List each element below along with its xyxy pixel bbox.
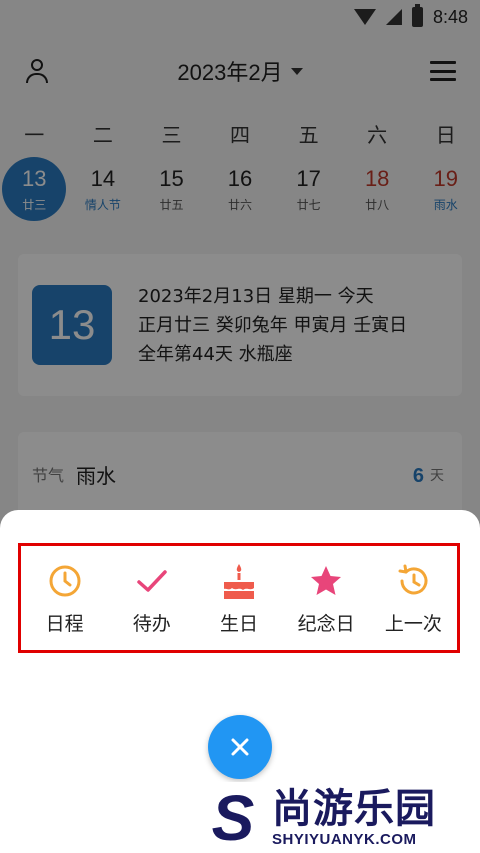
watermark-logo: S 尚游乐园 SHYIYUANYK.COM (200, 782, 480, 853)
schedule-label: 日程 (45, 612, 84, 635)
last-time-button[interactable]: 上一次 (373, 561, 453, 636)
watermark-letter: S (211, 781, 255, 853)
check-icon (137, 569, 167, 592)
schedule-button[interactable]: 日程 (25, 561, 105, 636)
cake-icon (223, 563, 254, 599)
clock-icon (49, 565, 81, 596)
last-time-label: 上一次 (384, 612, 442, 635)
close-button[interactable] (208, 715, 272, 779)
anniversary-button[interactable]: 纪念日 (286, 561, 366, 636)
birthday-label: 生日 (219, 612, 258, 635)
todo-button[interactable]: 待办 (112, 561, 192, 636)
close-icon (231, 738, 249, 756)
anniversary-label: 纪念日 (297, 612, 355, 635)
watermark-cn: 尚游乐园 (272, 786, 436, 832)
action-row: 日程 待办 生日 纪念日 上一次 (18, 543, 460, 653)
star-icon (311, 565, 342, 595)
todo-label: 待办 (132, 612, 171, 635)
watermark-en: SHYIYUANYK.COM (272, 831, 417, 848)
birthday-button[interactable]: 生日 (199, 561, 279, 636)
history-icon (398, 564, 428, 594)
